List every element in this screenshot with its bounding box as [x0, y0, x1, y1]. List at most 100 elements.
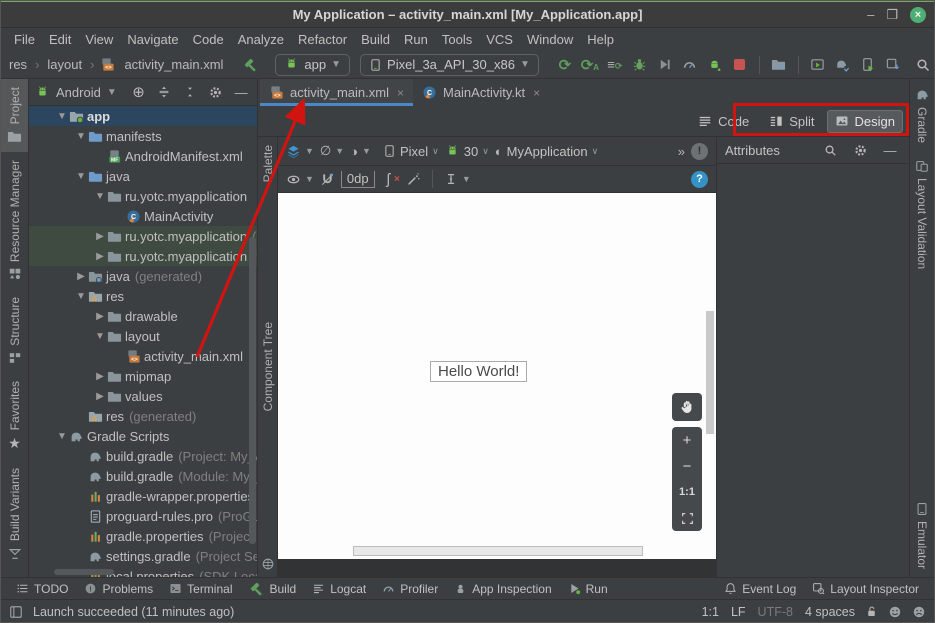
tree-chevron-right-icon[interactable]: ▶	[93, 251, 107, 262]
tree-chevron-down-icon[interactable]: ▼	[74, 291, 88, 302]
device-size-selector[interactable]: Pixel∨	[383, 144, 439, 159]
tree-chevron-down-icon[interactable]: ▼	[55, 111, 69, 122]
tree-item-activity-main-xml[interactable]: <>activity_main.xml	[29, 346, 257, 366]
canvas-horizontal-scrollbar[interactable]	[353, 546, 643, 556]
issues-badge[interactable]: !	[691, 143, 708, 160]
gear-icon[interactable]	[849, 139, 871, 161]
sdk-manager-icon[interactable]	[882, 54, 904, 76]
tree-chevron-right-icon[interactable]: ▶	[93, 371, 107, 382]
hide-panel-icon[interactable]: —	[879, 139, 901, 161]
menu-window[interactable]: Window	[520, 30, 580, 49]
tree-chevron-down-icon[interactable]: ▼	[74, 171, 88, 182]
toolwindow-button-logcat[interactable]: Logcat	[305, 578, 373, 599]
happy-feedback-icon[interactable]	[888, 605, 902, 619]
run-restart-icon[interactable]: ⟳	[554, 54, 576, 76]
toolwindow-button-problems[interactable]: !Problems	[77, 578, 160, 599]
tree-item-androidmanifest-xml[interactable]: MFAndroidManifest.xml	[29, 146, 257, 166]
zoom-in-button[interactable]: +	[672, 427, 702, 453]
palette-tab[interactable]: Palette	[261, 145, 275, 182]
project-horizontal-scrollbar[interactable]	[54, 569, 114, 575]
tree-chevron-down-icon[interactable]: ▼	[93, 331, 107, 342]
tree-chevron-right-icon[interactable]: ▶	[93, 231, 107, 242]
search-everywhere-icon[interactable]	[912, 54, 934, 76]
debug-icon[interactable]	[629, 54, 651, 76]
mode-button-design[interactable]: Design	[827, 110, 903, 133]
toolwindow-button-build[interactable]: Build	[242, 578, 304, 599]
menu-vcs[interactable]: VCS	[479, 30, 520, 49]
editor-tab-mainactivity-kt[interactable]: CMainActivity.kt×	[413, 79, 549, 106]
tree-item-java[interactable]: ▼java	[29, 166, 257, 186]
autoconnect-icon[interactable]	[320, 172, 335, 187]
night-mode-selector[interactable]: ◑▼	[350, 144, 371, 159]
tree-item-ru-yotc-myapplication-test[interactable]: ▶ru.yotc.myapplication(test)	[29, 246, 257, 266]
build-hammer-icon[interactable]	[243, 54, 259, 76]
menu-view[interactable]: View	[78, 30, 120, 49]
help-icon[interactable]: ?	[691, 171, 708, 188]
toolwindow-button-layout-inspector[interactable]: Layout Inspector	[805, 578, 926, 599]
expand-all-icon[interactable]	[154, 81, 174, 103]
more-actions-icon[interactable]: »	[678, 144, 685, 159]
breadcrumb-res[interactable]: res	[7, 57, 29, 72]
status-lf[interactable]: LF	[731, 605, 746, 619]
default-margin-selector[interactable]: 0dp	[341, 171, 375, 188]
project-vertical-scrollbar[interactable]	[249, 237, 256, 544]
hide-panel-icon[interactable]: —	[231, 81, 251, 103]
tree-chevron-right-icon[interactable]: ▶	[93, 311, 107, 322]
close-tab-icon[interactable]: ×	[531, 86, 540, 100]
menu-analyze[interactable]: Analyze	[231, 30, 291, 49]
toolwindow-button-todo[interactable]: TODO	[9, 578, 75, 599]
project-view-selector[interactable]: Android	[56, 85, 101, 100]
pan-tool-button[interactable]	[672, 393, 702, 421]
canvas-vertical-scrollbar[interactable]	[706, 311, 714, 434]
menu-tools[interactable]: Tools	[435, 30, 479, 49]
gear-icon[interactable]	[206, 81, 226, 103]
minimize-button[interactable]: –	[867, 8, 874, 21]
device-selector[interactable]: Pixel_3a_API_30_x86 ▼	[360, 54, 539, 76]
toolwindow-button-profiler[interactable]: Profiler	[375, 578, 445, 599]
zoom-fit-button[interactable]	[672, 505, 702, 531]
tree-chevron-down-icon[interactable]: ▼	[93, 191, 107, 202]
infer-constraints-icon[interactable]	[406, 172, 421, 187]
menu-edit[interactable]: Edit	[42, 30, 78, 49]
toolwindow-button-terminal[interactable]: Terminal	[162, 578, 239, 599]
tree-item-drawable[interactable]: ▶drawable	[29, 306, 257, 326]
toolwindow-button-app-inspection[interactable]: App Inspection	[447, 578, 558, 599]
attach-debugger-icon[interactable]	[654, 54, 676, 76]
tree-item-proguard-rules-pro-proguard-rules-for-my-application[interactable]: proguard-rules.pro(ProGuard Rules for My…	[29, 506, 257, 526]
design-surface-selector[interactable]: ▼	[286, 144, 314, 159]
tree-item-gradle-wrapper-properties-gradle-version[interactable]: gradle-wrapper.properties(Gradle Version…	[29, 486, 257, 506]
device-manager-icon[interactable]	[768, 54, 790, 76]
zoom-out-button[interactable]: −	[672, 453, 702, 479]
status-1-1[interactable]: 1:1	[702, 605, 719, 619]
mode-button-code[interactable]: Code	[690, 110, 757, 133]
close-tab-icon[interactable]: ×	[395, 86, 404, 100]
view-options-icon[interactable]: ▼	[286, 172, 314, 187]
close-button[interactable]: ×	[910, 7, 926, 23]
device-mirroring-icon[interactable]	[857, 54, 879, 76]
apply-code-changes-icon[interactable]: ≡⟳	[604, 54, 626, 76]
sidebar-tab-gradle[interactable]: Gradle	[910, 79, 934, 151]
stop-icon[interactable]	[729, 54, 751, 76]
sidebar-tab-structure[interactable]: Structure	[1, 289, 28, 373]
textview-hello-world[interactable]: Hello World!	[430, 361, 527, 382]
tree-item-java-generated[interactable]: ▶java(generated)	[29, 266, 257, 286]
sidebar-tab-layout-validation[interactable]: Layout Validation	[910, 151, 934, 277]
profile-icon[interactable]	[679, 54, 701, 76]
menu-navigate[interactable]: Navigate	[120, 30, 185, 49]
tree-item-ru-yotc-myapplication[interactable]: ▼ru.yotc.myapplication	[29, 186, 257, 206]
toolwindow-toggle-icon[interactable]	[9, 605, 23, 619]
breadcrumb-file[interactable]: activity_main.xml	[122, 57, 225, 72]
tree-item-gradle-properties-project-properties[interactable]: gradle.properties(Project Properties)	[29, 526, 257, 546]
tree-item-mipmap[interactable]: ▶mipmap	[29, 366, 257, 386]
menu-file[interactable]: File	[7, 30, 42, 49]
editor-tab-activity-main-xml[interactable]: <>activity_main.xml×	[260, 79, 413, 106]
orientation-selector[interactable]: ∅▼	[320, 143, 344, 159]
tree-item-res-generated[interactable]: res(generated)	[29, 406, 257, 426]
status-4-spaces[interactable]: 4 spaces	[805, 605, 855, 619]
tree-chevron-right-icon[interactable]: ▶	[93, 391, 107, 402]
breadcrumb-layout[interactable]: layout	[45, 57, 84, 72]
sync-gradle-icon[interactable]	[832, 54, 854, 76]
tree-chevron-down-icon[interactable]: ▼	[74, 131, 88, 142]
menu-run[interactable]: Run	[397, 30, 435, 49]
locate-file-icon[interactable]: ⊕	[129, 81, 149, 103]
